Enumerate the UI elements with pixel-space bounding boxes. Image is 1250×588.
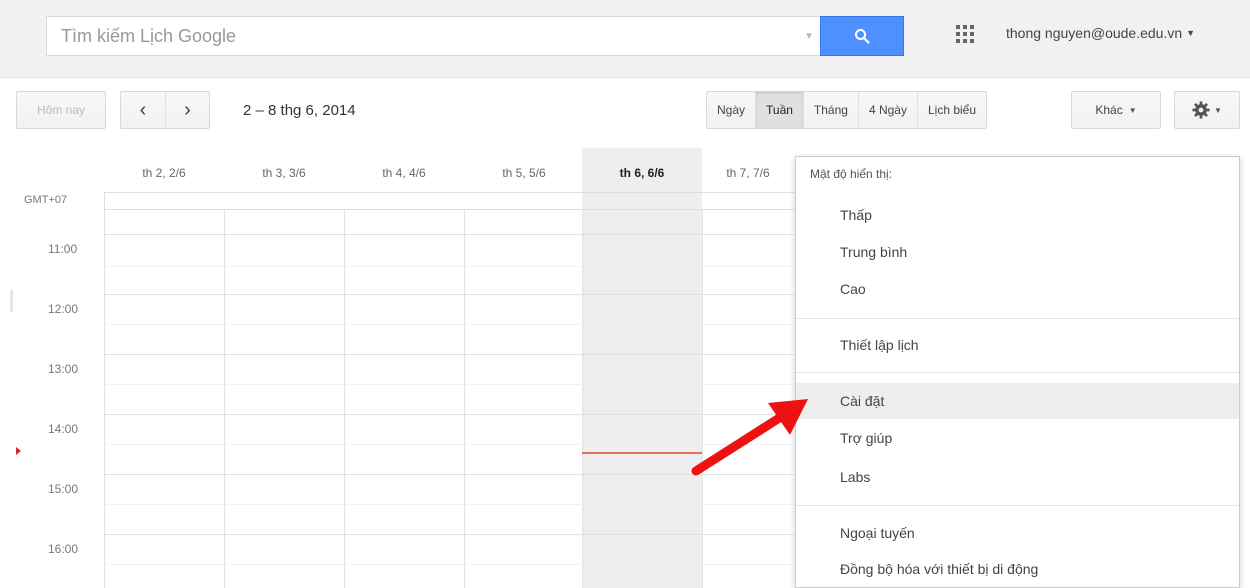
search-input[interactable] — [47, 17, 787, 55]
offline-item[interactable]: Ngoại tuyến — [796, 515, 1239, 551]
apps-grid-icon[interactable] — [956, 25, 974, 43]
settings-button[interactable]: ▼ — [1174, 91, 1240, 129]
search-box: ▼ — [46, 16, 820, 56]
half-hour-line — [104, 324, 794, 325]
chevron-down-icon: ▼ — [1186, 28, 1196, 38]
settings-item[interactable]: Cài đặt — [796, 383, 1239, 419]
scroll-edge — [10, 290, 13, 312]
date-navigation: ‹ › — [120, 91, 210, 129]
labs-item[interactable]: Labs — [796, 459, 1239, 495]
calendar-toolbar: Hôm nay ‹ › 2 – 8 thg 6, 2014 Ngày Tuần … — [0, 78, 1250, 148]
hour-line — [104, 534, 794, 535]
hour-line — [104, 294, 794, 295]
view-4days-button[interactable]: 4 Ngày — [859, 92, 918, 128]
menu-divider — [796, 318, 1239, 319]
next-button[interactable]: › — [164, 92, 209, 128]
hour-label: 12:00 — [48, 302, 79, 316]
search-button[interactable] — [820, 16, 904, 56]
view-week-button[interactable]: Tuần — [756, 92, 804, 128]
hour-label: 16:00 — [48, 542, 79, 556]
current-time-marker-icon — [16, 447, 21, 455]
menu-divider — [796, 372, 1239, 373]
today-button[interactable]: Hôm nay — [16, 91, 106, 129]
view-day-button[interactable]: Ngày — [707, 92, 757, 128]
gear-icon — [1192, 101, 1210, 119]
menu-divider — [796, 505, 1239, 506]
half-hour-line — [104, 266, 794, 267]
help-item[interactable]: Trợ giúp — [796, 420, 1239, 456]
account-menu[interactable]: thong nguyen@oude.edu.vn ▼ — [1006, 25, 1195, 41]
hour-label: 14:00 — [48, 422, 79, 436]
hour-label: 15:00 — [48, 482, 79, 496]
hour-line — [104, 234, 794, 235]
more-button[interactable]: Khác ▼ — [1071, 91, 1161, 129]
density-medium-item[interactable]: Trung bình — [796, 234, 1239, 270]
view-agenda-button[interactable]: Lịch biểu — [918, 92, 986, 128]
hour-label: 11:00 — [48, 242, 78, 256]
mobile-sync-item[interactable]: Đồng bộ hóa với thiết bị di động — [796, 551, 1239, 587]
density-high-item[interactable]: Cao — [796, 271, 1239, 307]
account-email: thong nguyen@oude.edu.vn — [1006, 25, 1183, 41]
timezone-label: GMT+07 — [24, 194, 68, 206]
search-icon — [855, 29, 870, 44]
view-month-button[interactable]: Tháng — [804, 92, 859, 128]
half-hour-line — [104, 564, 794, 565]
search-options-caret-icon[interactable]: ▼ — [804, 31, 814, 42]
hour-line — [104, 354, 794, 355]
more-button-label: Khác — [1095, 103, 1123, 117]
all-day-row[interactable] — [104, 192, 794, 210]
density-low-item[interactable]: Thấp — [796, 197, 1239, 233]
settings-menu: Mật độ hiển thị: Thấp Trung bình Cao Thi… — [795, 156, 1240, 588]
red-arrow-icon — [691, 399, 808, 476]
date-range-label: 2 – 8 thg 6, 2014 — [243, 102, 356, 119]
hour-label: 13:00 — [48, 362, 79, 376]
calendar-settings-item[interactable]: Thiết lập lịch — [796, 327, 1239, 363]
density-label: Mật độ hiển thị: — [810, 167, 893, 181]
chevron-down-icon: ▼ — [1214, 105, 1222, 115]
view-switcher: Ngày Tuần Tháng 4 Ngày Lịch biểu — [706, 91, 988, 129]
top-bar: ▼ thong nguyen@oude.edu.vn ▼ — [0, 0, 1250, 78]
previous-button[interactable]: ‹ — [121, 92, 165, 128]
half-hour-line — [104, 504, 794, 505]
chevron-down-icon: ▼ — [1128, 105, 1137, 115]
